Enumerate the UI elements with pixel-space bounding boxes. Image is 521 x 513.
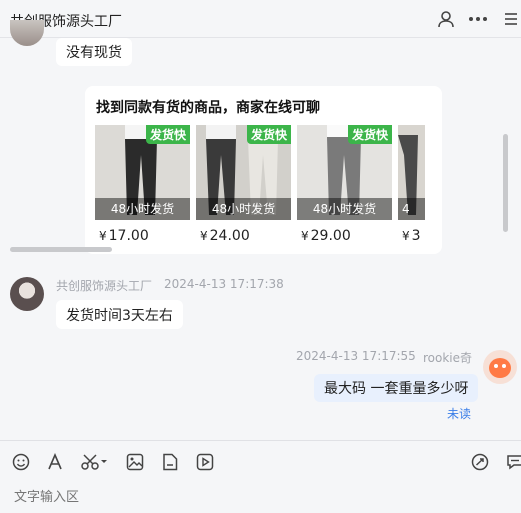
product-price: ¥17.00 <box>99 228 149 244</box>
product-recommendation-card: 找到同款有货的商品，商家在线可聊 发货快 48小时发货 ¥17.00 发货快 4… <box>85 86 442 254</box>
product-image[interactable]: 发货快 48小时发货 <box>95 125 190 220</box>
fast-shipping-badge: 发货快 <box>145 125 190 144</box>
read-status: 未读 <box>446 407 471 421</box>
person-icon[interactable] <box>435 8 457 30</box>
avatar <box>483 350 517 384</box>
sender-name: rookie奇 <box>423 351 473 365</box>
product-item[interactable]: 发货快 48小时发货 ¥29.00 <box>297 125 392 244</box>
fast-shipping-badge: 发货快 <box>347 125 392 144</box>
message-text: 发货时间3天左右 <box>66 307 173 324</box>
file-icon[interactable] <box>159 451 181 473</box>
send-card-icon[interactable] <box>469 451 491 473</box>
message-time: 2024-4-13 17:17:38 <box>164 277 284 291</box>
shipping-tag: 4 <box>398 198 425 220</box>
quick-reply-icon[interactable] <box>504 451 521 473</box>
message-bubble: 发货时间3天左右 <box>56 300 183 329</box>
vertical-scrollbar[interactable] <box>503 134 508 232</box>
emoji-icon[interactable] <box>10 451 32 473</box>
product-image[interactable]: 4 <box>398 125 425 220</box>
product-image[interactable]: 发货快 48小时发货 <box>196 125 291 220</box>
product-item[interactable]: 4 ¥3 <box>398 125 425 244</box>
message-time: 2024-4-13 17:17:55 <box>296 349 416 363</box>
message-bubble: 没有现货 <box>56 38 132 66</box>
fast-shipping-badge: 发货快 <box>246 125 291 144</box>
message-composer <box>0 440 521 513</box>
avatar <box>10 277 44 311</box>
message-text: 最大码 一套重量多少呀 <box>324 381 469 397</box>
message-input[interactable] <box>14 487 504 507</box>
image-icon[interactable] <box>124 451 146 473</box>
horizontal-scrollbar[interactable] <box>10 247 112 252</box>
product-image[interactable]: 发货快 48小时发货 <box>297 125 392 220</box>
product-price: ¥24.00 <box>200 228 250 244</box>
scissors-icon[interactable] <box>80 451 110 473</box>
avatar <box>10 20 44 46</box>
more-icon[interactable] <box>467 8 489 30</box>
product-price: ¥29.00 <box>301 228 351 244</box>
message-bubble: 最大码 一套重量多少呀 <box>314 374 479 402</box>
list-icon[interactable] <box>499 8 521 30</box>
message-text: 没有现货 <box>66 45 122 61</box>
shipping-tag: 48小时发货 <box>196 198 291 220</box>
font-icon[interactable] <box>44 451 66 473</box>
shipping-tag: 48小时发货 <box>95 198 190 220</box>
product-price: ¥3 <box>402 228 421 244</box>
shipping-tag: 48小时发货 <box>297 198 392 220</box>
product-list[interactable]: 发货快 48小时发货 ¥17.00 发货快 48小时发货 ¥24.00 发货快 … <box>95 125 425 247</box>
product-item[interactable]: 发货快 48小时发货 ¥24.00 <box>196 125 291 244</box>
video-icon[interactable] <box>194 451 216 473</box>
card-title: 找到同款有货的商品，商家在线可聊 <box>96 100 320 116</box>
product-item[interactable]: 发货快 48小时发货 ¥17.00 <box>95 125 190 244</box>
chat-header: 共创服饰源头工厂 <box>0 0 521 38</box>
sender-name: 共创服饰源头工厂 <box>56 279 153 293</box>
